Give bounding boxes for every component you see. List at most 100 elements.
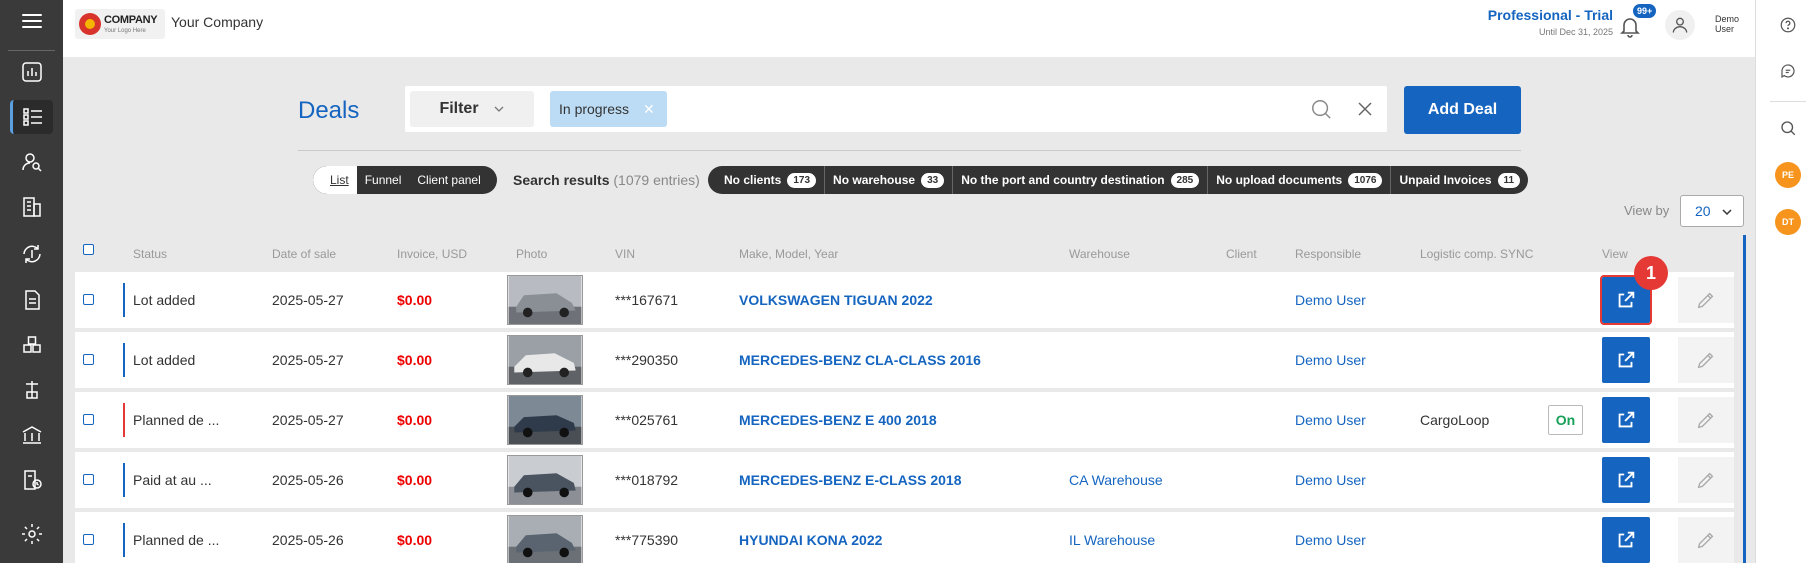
edit-deal-button[interactable] — [1678, 397, 1734, 443]
chip-no-warehouse[interactable]: No warehouse 33 — [833, 166, 954, 194]
view-deal-button[interactable] — [1602, 457, 1650, 503]
column-photo: Photo — [516, 247, 548, 261]
chip-no-clients[interactable]: No clients 173 — [724, 166, 826, 194]
sidebar-item-documents[interactable] — [10, 283, 53, 317]
search-bar[interactable]: Filter In progress ✕ — [405, 86, 1387, 132]
view-option-list[interactable]: List — [313, 166, 357, 194]
column-warehouse[interactable]: Warehouse — [1069, 247, 1130, 261]
row-responsible-link[interactable]: Demo User — [1295, 352, 1366, 368]
row-invoice: $0.00 — [397, 352, 433, 368]
sidebar-item-warehouse[interactable] — [10, 328, 53, 362]
vehicle-photo[interactable] — [507, 455, 583, 505]
row-responsible-link[interactable]: Demo User — [1295, 532, 1366, 548]
row-checkbox[interactable] — [83, 474, 94, 485]
filter-dropdown[interactable]: Filter — [410, 91, 534, 127]
column-invoice[interactable]: Invoice, USD — [397, 247, 467, 261]
plan-subtitle: Until Dec 31, 2025 — [1538, 27, 1613, 37]
plan-info[interactable]: Professional - Trial Until Dec 31, 2025 — [1488, 7, 1613, 37]
row-model-link[interactable]: HYUNDAI KONA 2022 — [739, 532, 882, 548]
table-row[interactable]: Paid at au ... 2025-05-26 $0.00 ***01879… — [75, 452, 1734, 508]
row-invoice: $0.00 — [397, 292, 433, 308]
right-sidebar-divider — [1770, 101, 1806, 102]
row-vin: ***025761 — [615, 412, 679, 428]
sidebar-item-finance[interactable] — [10, 237, 53, 271]
row-responsible-link[interactable]: Demo User — [1295, 292, 1366, 308]
edit-deal-button[interactable] — [1678, 277, 1734, 323]
currency-cycle-icon — [22, 245, 41, 263]
sidebar-item-deals[interactable] — [10, 100, 53, 134]
view-deal-button[interactable] — [1602, 517, 1650, 563]
table-row[interactable]: Planned de ... 2025-05-26 $0.00 ***77539… — [75, 512, 1734, 563]
row-model-link[interactable]: VOLKSWAGEN TIGUAN 2022 — [739, 292, 933, 308]
view-option-client-panel[interactable]: Client panel — [409, 166, 496, 194]
add-deal-button[interactable]: Add Deal — [1404, 86, 1521, 134]
table-row[interactable]: Lot added 2025-05-27 $0.00 ***290350 MER… — [75, 332, 1734, 388]
global-search-button[interactable] — [1775, 115, 1801, 141]
vehicle-photo[interactable] — [507, 275, 583, 325]
sidebar-item-dashboard[interactable] — [10, 55, 53, 89]
column-vin[interactable]: VIN — [615, 247, 635, 261]
sync-status-badge[interactable]: On — [1548, 405, 1583, 435]
chip-count: 11 — [1497, 172, 1521, 188]
pencil-icon — [1697, 292, 1714, 309]
notifications-button[interactable]: 99+ — [1616, 3, 1658, 40]
row-model-link[interactable]: MERCEDES-BENZ E 400 2018 — [739, 412, 937, 428]
status-marker — [123, 343, 125, 377]
remove-tag-icon[interactable]: ✕ — [643, 101, 655, 118]
chip-no-upload-documents[interactable]: No upload documents 1076 — [1216, 166, 1392, 194]
column-logistic-sync[interactable]: Logistic comp. SYNC — [1420, 247, 1533, 261]
search-icon[interactable] — [1310, 98, 1332, 120]
chip-unpaid-invoices[interactable]: Unpaid Invoices 11 — [1399, 166, 1521, 194]
page-size-select[interactable]: 20 — [1680, 195, 1744, 227]
sidebar-item-port[interactable] — [10, 373, 53, 407]
user-name[interactable]: Demo User — [1715, 14, 1739, 34]
view-deal-button[interactable] — [1602, 337, 1650, 383]
chat-icon — [1781, 64, 1795, 79]
row-model-link[interactable]: MERCEDES-BENZ E-CLASS 2018 — [739, 472, 962, 488]
row-checkbox[interactable] — [83, 414, 94, 425]
user-menu-button[interactable] — [1665, 10, 1695, 40]
column-client[interactable]: Client — [1226, 247, 1257, 261]
vehicle-photo[interactable] — [507, 395, 583, 445]
row-warehouse-link[interactable]: IL Warehouse — [1069, 532, 1155, 548]
question-icon — [1780, 17, 1796, 33]
clear-search-icon[interactable] — [1357, 101, 1373, 117]
avatar-pe[interactable]: PE — [1775, 162, 1801, 188]
vehicle-photo[interactable] — [507, 335, 583, 385]
row-warehouse-link[interactable]: CA Warehouse — [1069, 472, 1163, 488]
sidebar-item-bank[interactable] — [10, 418, 53, 452]
row-responsible-link[interactable]: Demo User — [1295, 412, 1366, 428]
view-option-funnel[interactable]: Funnel — [357, 166, 410, 194]
column-status[interactable]: Status — [133, 247, 167, 261]
view-deal-button[interactable] — [1602, 397, 1650, 443]
sidebar-item-clients[interactable] — [10, 145, 53, 179]
edit-deal-button[interactable] — [1678, 457, 1734, 503]
sidebar-item-invoices[interactable] — [10, 463, 53, 497]
row-checkbox[interactable] — [83, 534, 94, 545]
row-checkbox[interactable] — [83, 294, 94, 305]
menu-toggle-button[interactable] — [0, 0, 63, 42]
chip-label: Unpaid Invoices — [1399, 173, 1492, 187]
company-logo[interactable]: COMPANY Your Logo Here — [75, 9, 165, 39]
column-responsible[interactable]: Responsible — [1295, 247, 1361, 261]
column-make-model-year[interactable]: Make, Model, Year — [739, 247, 838, 261]
vehicle-photo[interactable] — [507, 515, 583, 563]
chip-no-port-destination[interactable]: No the port and country destination 285 — [961, 166, 1209, 194]
row-model-link[interactable]: MERCEDES-BENZ CLA-CLASS 2016 — [739, 352, 981, 368]
edit-deal-button[interactable] — [1678, 337, 1734, 383]
user-icon — [1672, 17, 1688, 33]
help-button[interactable] — [1775, 12, 1801, 38]
column-date-of-sale[interactable]: Date of sale — [272, 247, 336, 261]
pencil-icon — [1697, 412, 1714, 429]
chat-button[interactable] — [1775, 58, 1801, 84]
select-all-checkbox[interactable] — [83, 244, 94, 255]
sidebar-item-settings[interactable] — [10, 517, 53, 551]
table-row[interactable]: Lot added 2025-05-27 $0.00 ***167671 VOL… — [75, 272, 1734, 328]
row-responsible-link[interactable]: Demo User — [1295, 472, 1366, 488]
row-checkbox[interactable] — [83, 354, 94, 365]
sidebar-item-companies[interactable] — [10, 190, 53, 224]
avatar-dt[interactable]: DT — [1775, 209, 1801, 235]
table-row[interactable]: Planned de ... 2025-05-27 $0.00 ***02576… — [75, 392, 1734, 448]
search-results-label: Search results — [513, 172, 610, 188]
edit-deal-button[interactable] — [1678, 517, 1734, 563]
